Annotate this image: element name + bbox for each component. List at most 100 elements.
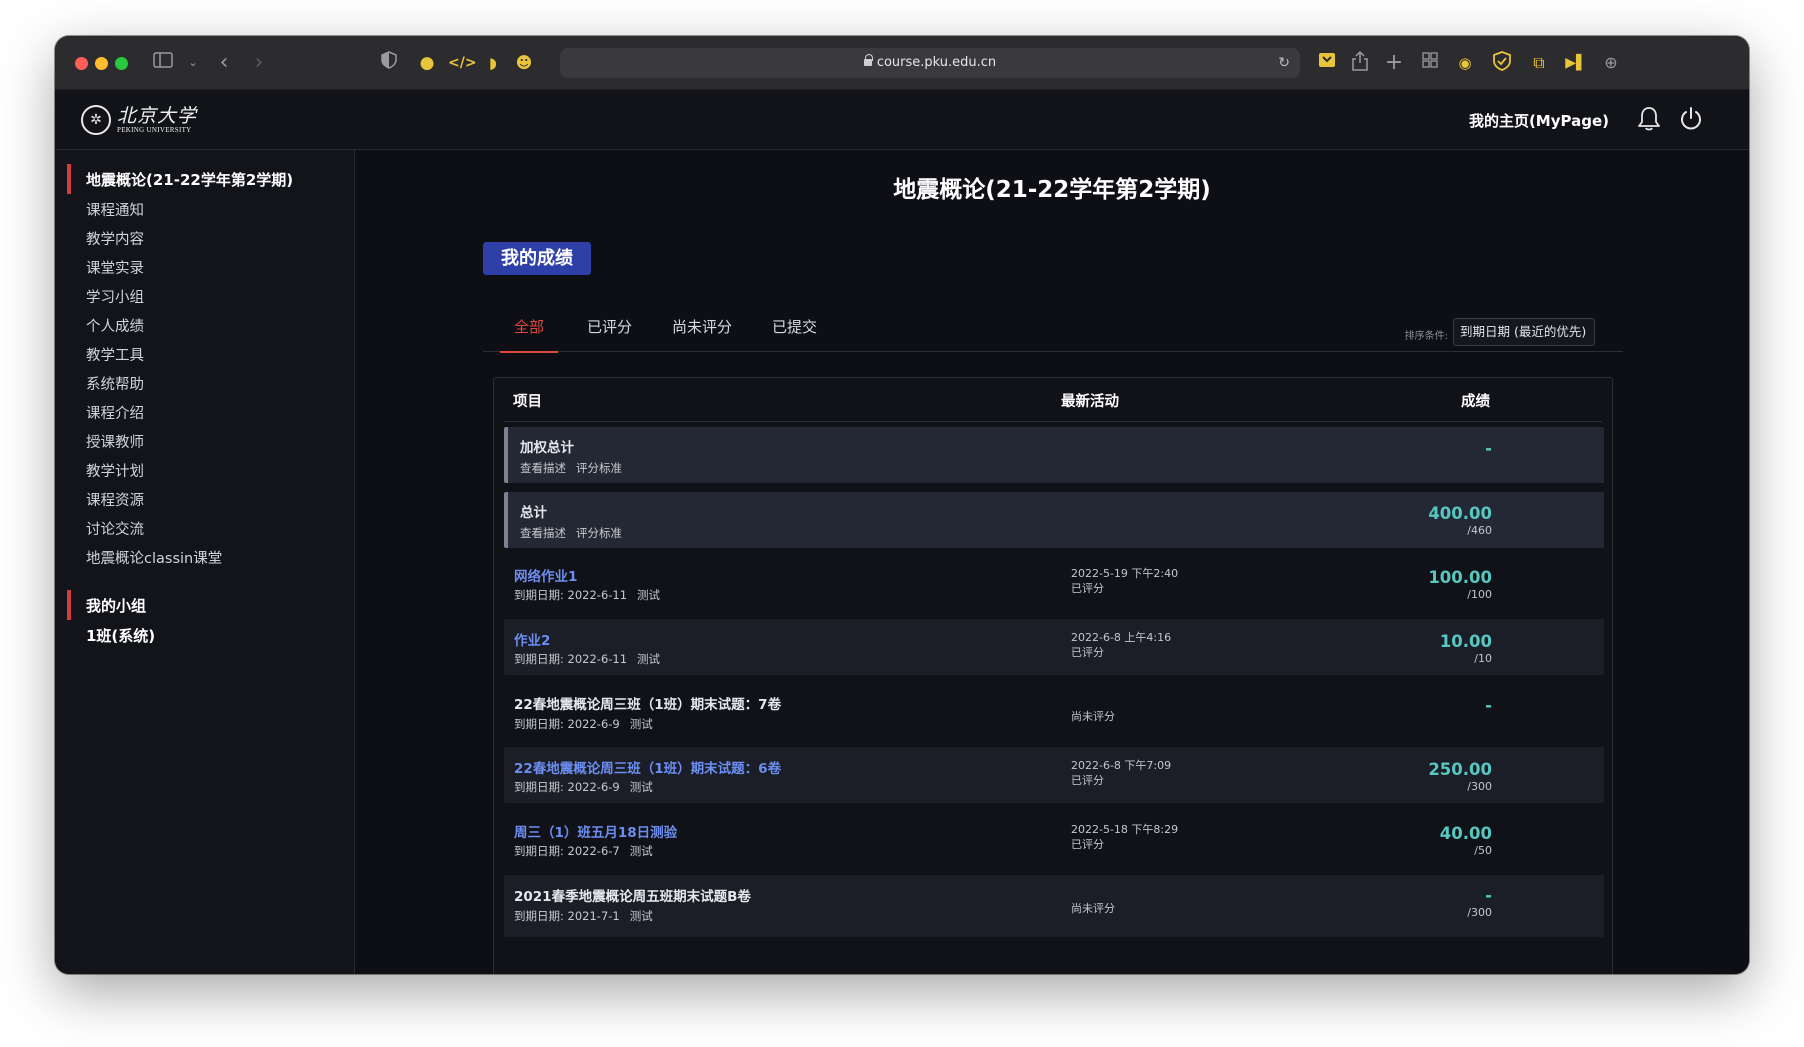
table-row: 2021春季地震概论周五班期末试题B卷 到期日期: 2021-7-1 测试 尚未评…	[504, 875, 1604, 937]
row-activity: 2022-6-8 上午4:16 已评分	[1071, 631, 1172, 659]
sort-select[interactable]: 到期日期 (最近的优先)	[1453, 318, 1595, 346]
sidebar-item-groups[interactable]: 学习小组	[86, 286, 144, 307]
view-description-link[interactable]: 查看描述	[520, 526, 566, 540]
grades-table: 项目 最新活动 成绩 加权总计 查看描述 评分标准 - 总计 查看描述 评分标准 4…	[493, 377, 1613, 974]
new-tab-icon[interactable]: +	[1383, 51, 1405, 75]
sidebar-icon[interactable]	[152, 51, 174, 75]
row-due-info: 到期日期: 2022-6-9 测试	[514, 780, 653, 794]
close-window-button[interactable]	[75, 57, 88, 70]
page-title: 地震概论(21-22学年第2学期)	[893, 177, 1211, 203]
sidebar-course-title[interactable]: 地震概论(21-22学年第2学期)	[86, 169, 293, 190]
table-row: 网络作业1 到期日期: 2022-6-11 测试 2022-5-19 下午2:40…	[504, 555, 1604, 613]
code-icon[interactable]: </>	[448, 51, 477, 75]
power-icon[interactable]	[1678, 106, 1704, 132]
table-row: 22春地震概论周三班（1班）期末试题：7卷 到期日期: 2022-6-9 测试 尚…	[504, 683, 1604, 741]
adblock-icon[interactable]	[1491, 51, 1513, 75]
row-score: 100.00	[1428, 568, 1492, 587]
url-text: course.pku.edu.cn	[876, 55, 997, 70]
sidebar-item-classin[interactable]: 地震概论classin课堂	[86, 547, 222, 568]
flame-icon[interactable]: ●	[416, 51, 438, 75]
sidebar-item-notices[interactable]: 课程通知	[86, 199, 144, 220]
assignment-link[interactable]: 22春地震概论周三班（1班）期末试题：6卷	[514, 757, 781, 777]
share-icon[interactable]	[1349, 50, 1371, 75]
sidebar-item-tools[interactable]: 教学工具	[86, 344, 144, 365]
header-divider	[504, 421, 1602, 422]
bookmark-icon[interactable]	[1316, 51, 1338, 75]
row-activity: 2022-5-18 下午8:29 已评分	[1071, 823, 1179, 851]
tab-overview-icon[interactable]	[1419, 51, 1441, 75]
row-activity: 尚未评分	[1071, 902, 1115, 915]
row-title: 总计	[520, 505, 547, 521]
sidebar-item-grades[interactable]: 个人成绩	[86, 315, 144, 336]
zoom-window-button[interactable]	[115, 57, 128, 70]
table-row: 周三（1）班五月18日测验 到期日期: 2022-6-7 测试 2022-5-18…	[504, 811, 1604, 869]
table-row: 总计 查看描述 评分标准 400.00 /460	[504, 492, 1604, 548]
row-max-score: /460	[1467, 524, 1492, 537]
row-max-score: /300	[1467, 780, 1492, 793]
rubric-link[interactable]: 评分标准	[576, 461, 622, 475]
sidebar-groups-title: 我的小组	[86, 597, 147, 615]
sidebar-item-recordings[interactable]: 课堂实录	[86, 257, 144, 278]
sidebar-item-resources[interactable]: 课程资源	[86, 489, 144, 510]
bell-icon[interactable]	[1637, 106, 1661, 132]
row-score: 40.00	[1439, 824, 1492, 843]
row-activity: 2022-6-8 下午7:09 已评分	[1071, 759, 1172, 787]
site-header: ✲ 北京大学 PEKING UNIVERSITY 我的主页(MyPage)	[55, 90, 1749, 150]
sidebar-item-help[interactable]: 系统帮助	[86, 373, 144, 394]
address-bar[interactable]: course.pku.edu.cn ↻	[560, 48, 1300, 78]
mask-icon[interactable]: ☻	[513, 51, 535, 75]
rubric-link[interactable]: 评分标准	[576, 526, 622, 540]
row-score: -	[1485, 696, 1492, 715]
row-max-score: /100	[1467, 588, 1492, 601]
sidebar-item-plan[interactable]: 教学计划	[86, 460, 144, 481]
row-score: 400.00	[1428, 504, 1492, 523]
row-score: 10.00	[1439, 632, 1492, 651]
reload-icon[interactable]: ↻	[1278, 48, 1290, 78]
table-row: 作业2 到期日期: 2022-6-11 测试 2022-6-8 上午4:16 已评分…	[504, 619, 1604, 675]
assignment-title: 22春地震概论周三班（1班）期末试题：7卷	[514, 697, 782, 713]
back-icon[interactable]: ‹	[213, 51, 235, 75]
tab-ungraded[interactable]: 尚未评分	[672, 316, 732, 351]
row-links: 查看描述 评分标准	[520, 460, 632, 476]
pku-seal-icon: ✲	[81, 105, 111, 135]
pku-logo[interactable]: ✲ 北京大学 PEKING UNIVERSITY	[81, 103, 197, 137]
forward-icon[interactable]: ›	[248, 51, 270, 75]
tab-graded[interactable]: 已评分	[587, 316, 632, 351]
column-header-item: 项目	[513, 394, 542, 410]
tab-submitted[interactable]: 已提交	[772, 316, 817, 351]
browser-window: ⌄ ‹ › ● </> ◗ ☻ course.pku.edu.cn ↻ + ◉ …	[55, 36, 1749, 974]
minimize-window-button[interactable]	[95, 57, 108, 70]
mypage-link[interactable]: 我的主页(MyPage)	[1469, 110, 1609, 131]
speed-icon[interactable]: ▶▌	[1565, 51, 1587, 75]
groups-section-marker	[67, 590, 71, 620]
rss-icon[interactable]: ◗	[482, 51, 504, 75]
table-row: 加权总计 查看描述 评分标准 -	[504, 427, 1604, 483]
sidebar-item-content[interactable]: 教学内容	[86, 228, 144, 249]
shield-icon[interactable]	[378, 51, 400, 75]
browser-toolbar: ⌄ ‹ › ● </> ◗ ☻ course.pku.edu.cn ↻ + ◉ …	[55, 36, 1749, 90]
active-nav-marker	[67, 164, 71, 194]
tab-all[interactable]: 全部	[500, 316, 559, 353]
chevron-down-icon[interactable]: ⌄	[182, 51, 204, 75]
assignment-link[interactable]: 网络作业1	[514, 565, 577, 585]
view-description-link[interactable]: 查看描述	[520, 461, 566, 475]
download-icon[interactable]: ⊕	[1600, 51, 1622, 75]
row-score: -	[1485, 886, 1492, 905]
sidebar-group-link[interactable]: 1班(系统)	[86, 625, 155, 646]
logo-chinese-text: 北京大学	[117, 104, 198, 127]
assignment-link[interactable]: 作业2	[514, 629, 550, 649]
translate-icon[interactable]: ⧉	[1528, 51, 1550, 75]
row-activity: 尚未评分	[1071, 710, 1115, 723]
assignment-link[interactable]: 周三（1）班五月18日测验	[514, 821, 677, 841]
sidebar-item-intro[interactable]: 课程介绍	[86, 402, 144, 423]
sidebar-item-discussion[interactable]: 讨论交流	[86, 518, 144, 539]
assignment-title: 2021春季地震概论周五班期末试题B卷	[514, 889, 751, 905]
main-content: 地震概论(21-22学年第2学期) 我的成绩 全部 已评分 尚未评分 已提交 排…	[355, 150, 1749, 974]
table-row: 22春地震概论周三班（1班）期末试题：6卷 到期日期: 2022-6-9 测试 2…	[504, 747, 1604, 803]
extension-icon[interactable]: ◉	[1454, 51, 1476, 75]
row-due-info: 到期日期: 2022-6-11 测试	[514, 588, 661, 602]
column-header-activity: 最新活动	[1061, 394, 1119, 410]
row-due-info: 到期日期: 2022-6-11 测试	[514, 652, 661, 666]
sidebar-item-teachers[interactable]: 授课教师	[86, 431, 144, 452]
row-links: 查看描述 评分标准	[520, 525, 632, 541]
